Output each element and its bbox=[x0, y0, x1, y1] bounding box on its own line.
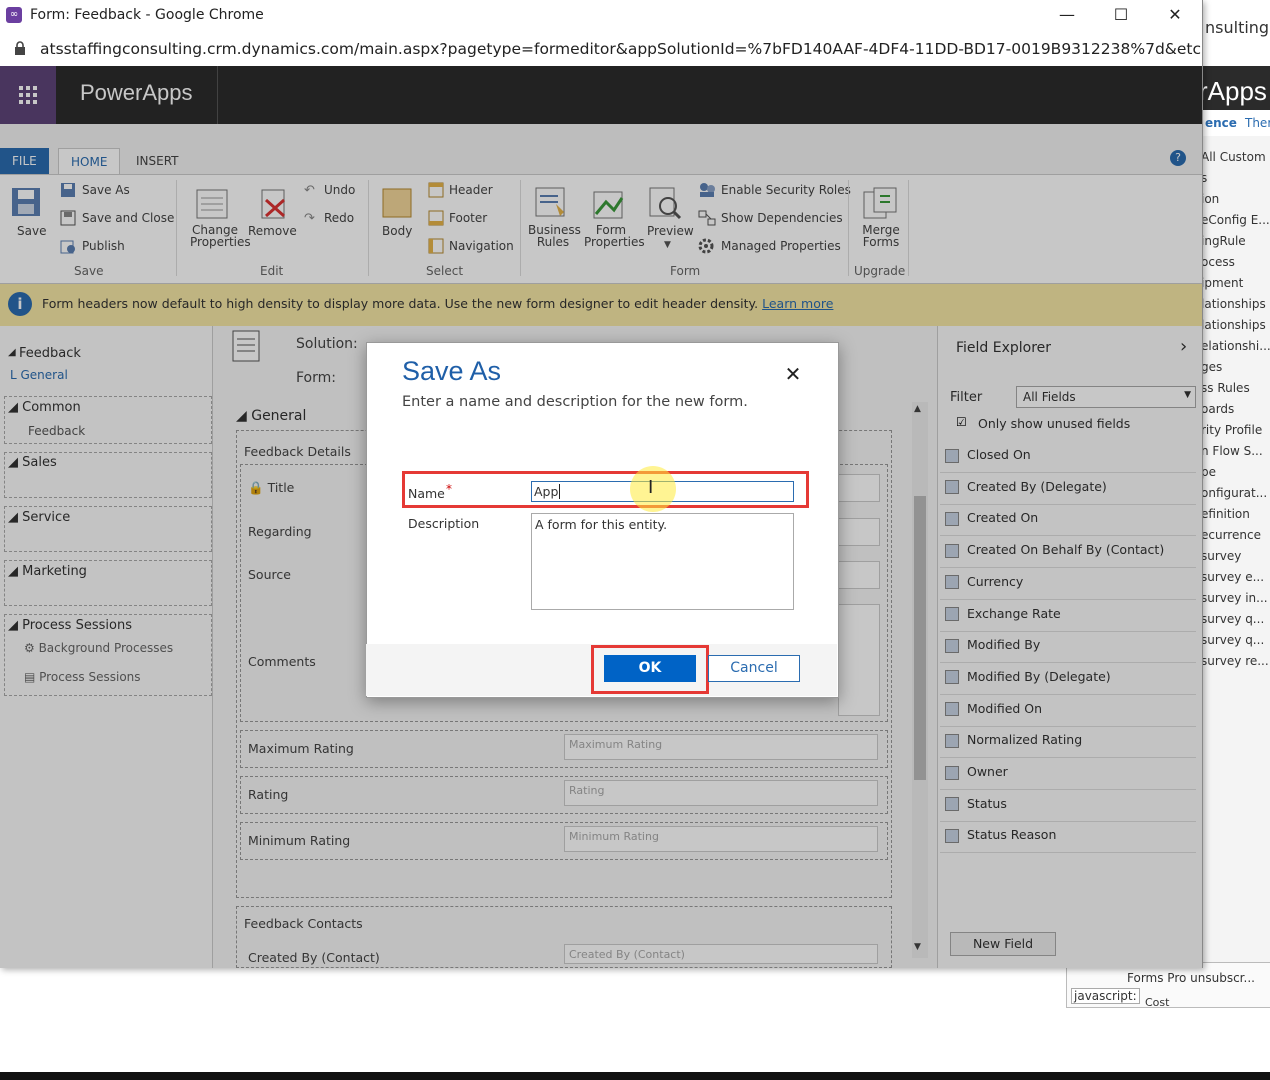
background-app-name: rApps bbox=[1199, 76, 1267, 106]
background-list-item: oards bbox=[1201, 402, 1235, 416]
background-list-item: survey q... bbox=[1201, 612, 1265, 626]
description-label: Description bbox=[408, 516, 480, 531]
forms-pro-item: Forms Pro unsubscr... bbox=[1127, 971, 1255, 985]
dialog-title: Save As bbox=[402, 356, 502, 386]
dialog-subtitle: Enter a name and description for the new… bbox=[402, 394, 748, 410]
address-bar[interactable]: atsstaffingconsulting.crm.dynamics.com/m… bbox=[0, 32, 1202, 67]
background-list-item: efinition bbox=[1201, 507, 1250, 521]
background-list-item: elationshi... bbox=[1201, 339, 1270, 353]
title-bar: ∞ Form: Feedback - Google Chrome — ☐ ✕ bbox=[0, 0, 1202, 32]
background-list: All Custom s ion eConfig E... ingRule ocess ip… bbox=[1201, 150, 1270, 675]
background-list-item: survey q... bbox=[1201, 633, 1265, 647]
background-list-item: pe bbox=[1201, 465, 1216, 479]
background-list-item: ocess bbox=[1201, 255, 1235, 269]
url-text[interactable]: atsstaffingconsulting.crm.dynamics.com/m… bbox=[40, 40, 1202, 58]
background-list-item: n Flow S... bbox=[1201, 444, 1263, 458]
status-tooltip: Forms Pro unsubscr... javascript: Cost bbox=[1066, 962, 1270, 1009]
background-list-item: ecurrence bbox=[1201, 528, 1261, 542]
close-window-button[interactable]: ✕ bbox=[1160, 4, 1190, 26]
background-url: nsulting.c bbox=[1205, 18, 1270, 37]
background-list-item: eConfig E... bbox=[1201, 213, 1270, 227]
background-list-item: s bbox=[1201, 171, 1208, 185]
background-tab-2: Ther bbox=[1245, 116, 1270, 130]
background-list-item: rity Profile bbox=[1201, 423, 1263, 437]
background-list-item: survey bbox=[1201, 549, 1242, 563]
background-list-item: lationships bbox=[1201, 297, 1266, 311]
background-list-item: survey e... bbox=[1201, 570, 1265, 584]
background-list-item: onfigurat... bbox=[1201, 486, 1268, 500]
background-list-item: survey in... bbox=[1201, 591, 1268, 605]
cancel-button[interactable]: Cancel bbox=[708, 655, 800, 682]
required-indicator: * bbox=[446, 482, 452, 496]
close-icon[interactable]: ✕ bbox=[783, 364, 803, 384]
description-textarea[interactable]: A form for this entity. bbox=[531, 513, 794, 610]
name-input-value: App bbox=[534, 484, 559, 499]
background-tab-1: ence bbox=[1205, 116, 1237, 130]
background-list-item: lationships bbox=[1201, 318, 1266, 332]
js-status: javascript: bbox=[1071, 988, 1140, 1004]
background-list-item: All Custom bbox=[1201, 150, 1266, 164]
bottom-bar bbox=[0, 1072, 1270, 1080]
minimize-button[interactable]: — bbox=[1052, 4, 1082, 26]
lock-icon bbox=[14, 41, 26, 59]
background-list-item: ss Rules bbox=[1201, 381, 1250, 395]
background-list-item: ion bbox=[1201, 192, 1220, 206]
background-list-item: survey re... bbox=[1201, 654, 1269, 668]
ok-button[interactable]: OK bbox=[604, 655, 696, 682]
background-list-item: ipment bbox=[1201, 276, 1244, 290]
text-cursor-icon: I bbox=[648, 477, 654, 498]
window-title: Form: Feedback - Google Chrome bbox=[30, 7, 264, 23]
app-icon: ∞ bbox=[6, 7, 22, 23]
cut-text: Cost bbox=[1145, 996, 1170, 1009]
background-list-item: ges bbox=[1201, 360, 1223, 374]
text-caret bbox=[559, 484, 561, 499]
name-label: Name bbox=[408, 486, 445, 501]
background-list-item: ingRule bbox=[1201, 234, 1246, 248]
maximize-button[interactable]: ☐ bbox=[1106, 4, 1136, 26]
modal-backdrop-header bbox=[0, 66, 1202, 124]
